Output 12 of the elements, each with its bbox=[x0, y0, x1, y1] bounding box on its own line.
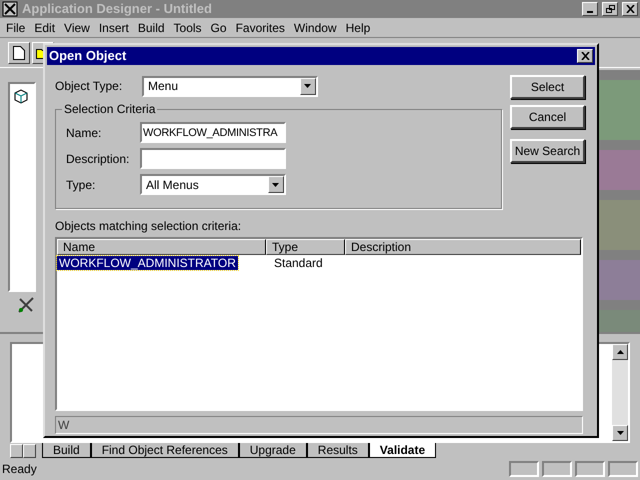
field-label: Type: bbox=[66, 176, 96, 194]
status-text: Ready bbox=[2, 461, 38, 478]
object-type-label: Object Type: bbox=[55, 78, 124, 95]
field-label: Description: bbox=[66, 150, 130, 168]
window-title: Application Designer - Untitled bbox=[22, 0, 213, 18]
status-field: W bbox=[55, 416, 583, 434]
field-label: Name: bbox=[66, 124, 102, 142]
results-label: Objects matching selection criteria: bbox=[55, 218, 242, 235]
list-cell-text: Standard bbox=[273, 256, 324, 270]
group-title: Selection Criteria bbox=[62, 102, 158, 116]
list-cell: WORKFLOW_ADMINISTRATOR bbox=[57, 256, 238, 270]
dialog-title: Open Object bbox=[49, 47, 128, 66]
